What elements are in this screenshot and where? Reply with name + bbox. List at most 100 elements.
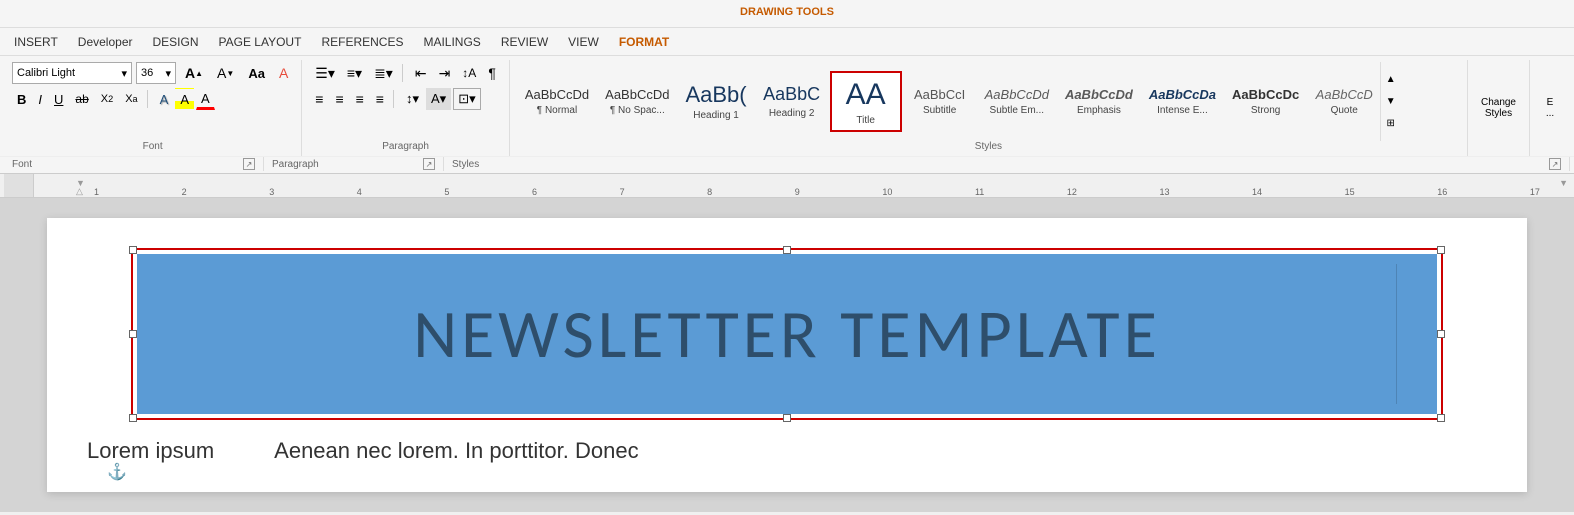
increase-indent-btn[interactable]: ⇥ xyxy=(434,62,456,84)
decrease-indent-btn[interactable]: ⇤ xyxy=(410,62,432,84)
shading-btn[interactable]: A▾ xyxy=(426,88,451,110)
style-h2-label: Heading 2 xyxy=(769,108,815,119)
style-strong[interactable]: AaBbCcDc Strong xyxy=(1225,82,1306,121)
font-footer-label: Font xyxy=(12,159,32,170)
bottom-content: Lorem ipsum Aenean nec lorem. In porttit… xyxy=(67,430,1507,472)
menu-mailings[interactable]: MAILINGS xyxy=(413,31,490,53)
change-styles-btn[interactable]: ChangeStyles xyxy=(1476,92,1521,124)
style-subtle-em-label: Subtle Em... xyxy=(990,105,1044,116)
italic-btn[interactable]: I xyxy=(33,88,47,110)
menu-review[interactable]: REVIEW xyxy=(491,31,558,53)
menu-insert[interactable]: INSERT xyxy=(4,31,68,53)
style-strong-preview: AaBbCcDc xyxy=(1232,87,1299,103)
font-size-selector[interactable]: 36 ▾ xyxy=(136,62,176,84)
handle-bottom-left[interactable] xyxy=(129,414,137,422)
bullets-btn[interactable]: ☰▾ xyxy=(310,62,340,84)
style-quote[interactable]: AaBbCcD Quote xyxy=(1308,82,1380,121)
style-nospace[interactable]: AaBbCcDd ¶ No Spac... xyxy=(598,82,676,121)
handle-top-middle[interactable] xyxy=(783,246,791,254)
clear-format-btn[interactable]: A xyxy=(274,62,293,84)
style-intense-em-preview: AaBbCcDa xyxy=(1149,87,1216,103)
styles-scroll-up[interactable]: ▲ xyxy=(1383,69,1399,91)
style-emphasis-preview: AaBbCcDd xyxy=(1065,87,1133,103)
handle-middle-right[interactable] xyxy=(1437,330,1445,338)
style-heading1[interactable]: AaBb( Heading 1 xyxy=(678,77,753,126)
font-group-label: Font xyxy=(12,139,293,154)
numbering-btn[interactable]: ≡▾ xyxy=(342,62,367,84)
handle-bottom-right[interactable] xyxy=(1437,414,1445,422)
styles-scroll-down[interactable]: ▼ xyxy=(1383,91,1399,113)
justify-btn[interactable]: ≡ xyxy=(371,88,389,110)
styles-group-label: Styles xyxy=(518,141,1459,154)
title-bar: DRAWING TOOLS Document2 - Word xyxy=(0,0,1574,28)
menu-page-layout[interactable]: PAGE LAYOUT xyxy=(209,31,312,53)
paragraph-group-label: Paragraph xyxy=(310,139,501,154)
font-name-value: Calibri Light xyxy=(17,67,75,79)
style-intense-emphasis[interactable]: AaBbCcDa Intense E... xyxy=(1142,82,1223,121)
multilevel-btn[interactable]: ≣▾ xyxy=(369,62,398,84)
change-case-btn[interactable]: Aa xyxy=(243,62,270,84)
menu-view[interactable]: VIEW xyxy=(558,31,609,53)
subscript-btn[interactable]: X2 xyxy=(96,88,118,110)
show-formatting-btn[interactable]: ¶ xyxy=(483,62,501,84)
borders-btn[interactable]: ⊡▾ xyxy=(453,88,480,110)
strikethrough-btn[interactable]: ab xyxy=(70,88,93,110)
style-emphasis[interactable]: AaBbCcDd Emphasis xyxy=(1058,82,1140,121)
textbox-selection[interactable]: NEWSLETTER TEMPLATE xyxy=(131,248,1443,420)
align-center-btn[interactable]: ≡ xyxy=(330,88,348,110)
align-left-btn[interactable]: ≡ xyxy=(310,88,328,110)
style-h2-preview: AaBbC xyxy=(763,84,820,106)
ruler: ▼ △ ▼ 1 2 3 4 5 6 7 8 9 10 11 12 13 14 1… xyxy=(0,174,1574,198)
menu-developer[interactable]: Developer xyxy=(68,31,143,53)
handle-top-left[interactable] xyxy=(129,246,137,254)
increase-font-btn[interactable]: A▲ xyxy=(180,62,208,84)
handle-top-right[interactable] xyxy=(1437,246,1445,254)
style-quote-preview: AaBbCcD xyxy=(1316,87,1373,103)
paragraph-group: ☰▾ ≡▾ ≣▾ ⇤ ⇥ ↕A ¶ ≡ ≡ ≡ ≡ ↕▾ A▾ xyxy=(302,60,510,156)
style-subtle-em-preview: AaBbCcDd xyxy=(985,87,1049,103)
styles-group-footer: Styles ↗ xyxy=(444,157,1570,171)
style-title[interactable]: AA Title xyxy=(830,71,902,132)
style-heading2[interactable]: AaBbC Heading 2 xyxy=(756,79,828,124)
font-group-footer: Font ↗ xyxy=(4,157,264,171)
styles-expander[interactable]: ↗ xyxy=(1549,158,1561,170)
style-normal[interactable]: AaBbCcDd ¶ Normal xyxy=(518,82,596,121)
newsletter-textbox[interactable]: NEWSLETTER TEMPLATE xyxy=(137,254,1437,414)
style-subtitle[interactable]: AaBbCcI Subtitle xyxy=(904,82,976,121)
style-title-preview: AA xyxy=(846,77,886,113)
menu-bar: INSERT Developer DESIGN PAGE LAYOUT REFE… xyxy=(0,28,1574,56)
align-right-btn[interactable]: ≡ xyxy=(351,88,369,110)
line-spacing-btn[interactable]: ↕▾ xyxy=(401,88,424,110)
styles-list: AaBbCcDd ¶ Normal AaBbCcDd ¶ No Spac... … xyxy=(518,62,1380,141)
anchor-icon: ⚓ xyxy=(107,462,127,482)
text-effects-btn[interactable]: A xyxy=(155,88,174,110)
sort-btn[interactable]: ↕A xyxy=(457,62,481,84)
bold-btn[interactable]: B xyxy=(12,88,31,110)
superscript-btn[interactable]: Xa xyxy=(120,88,142,110)
document-area: NEWSLETTER TEMPLATE ⚓ Lorem ipsum Aenean… xyxy=(0,198,1574,512)
style-intense-em-label: Intense E... xyxy=(1157,105,1208,116)
style-h1-preview: AaBb( xyxy=(685,82,746,108)
ruler-scale: ▼ △ ▼ 1 2 3 4 5 6 7 8 9 10 11 12 13 14 1… xyxy=(64,174,1570,197)
drawing-tools-label: DRAWING TOOLS xyxy=(724,0,850,18)
font-name-selector[interactable]: Calibri Light ▾ xyxy=(12,62,132,84)
menu-design[interactable]: DESIGN xyxy=(143,31,209,53)
menu-references[interactable]: REFERENCES xyxy=(311,31,413,53)
styles-expand[interactable]: ⊞ xyxy=(1384,113,1398,135)
handle-middle-left[interactable] xyxy=(129,330,137,338)
font-color-btn[interactable]: A xyxy=(196,88,215,110)
style-nospace-label: ¶ No Spac... xyxy=(610,105,665,116)
font-expander[interactable]: ↗ xyxy=(243,158,255,170)
style-subtle-emphasis[interactable]: AaBbCcDd Subtle Em... xyxy=(978,82,1056,121)
editing-btn[interactable]: E... xyxy=(1538,92,1562,124)
handle-bottom-middle[interactable] xyxy=(783,414,791,422)
newsletter-title[interactable]: NEWSLETTER TEMPLATE xyxy=(413,293,1161,376)
paragraph-group-footer: Paragraph ↗ xyxy=(264,157,444,171)
paragraph-expander[interactable]: ↗ xyxy=(423,158,435,170)
underline-btn[interactable]: U xyxy=(49,88,68,110)
menu-format[interactable]: FORMAT xyxy=(609,31,679,53)
text-highlight-btn[interactable]: A xyxy=(175,88,194,110)
textbox-wrapper: NEWSLETTER TEMPLATE xyxy=(67,248,1507,420)
decrease-font-btn[interactable]: A▼ xyxy=(212,62,239,84)
style-quote-label: Quote xyxy=(1331,105,1358,116)
